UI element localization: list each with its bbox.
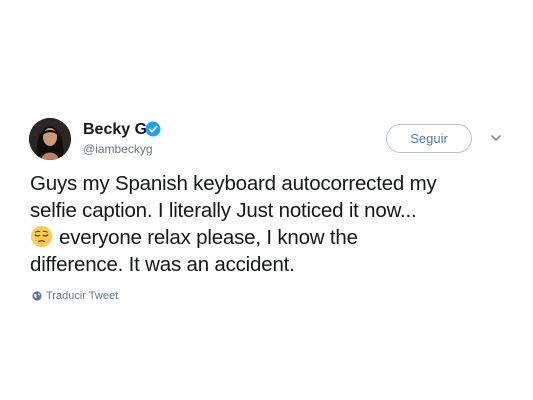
tweet-text: Guys my Spanish keyboard autocorrected m… <box>30 170 505 278</box>
verified-badge-icon <box>145 121 161 137</box>
tweet-line: Guys my Spanish keyboard autocorrected m… <box>30 172 437 195</box>
translate-tweet-link[interactable]: Traducir Tweet <box>32 290 118 302</box>
tweet-line: selfie caption. I literally Just noticed… <box>30 199 417 222</box>
chevron-down-icon[interactable] <box>489 131 503 145</box>
translate-label: Traducir Tweet <box>46 290 119 302</box>
pensive-face-icon <box>30 225 53 248</box>
globe-icon <box>32 291 42 301</box>
avatar[interactable] <box>29 118 71 160</box>
username-handle[interactable]: @iambeckyg <box>83 142 153 156</box>
tweet-line: difference. It was an accident. <box>30 253 295 276</box>
tweet-line: everyone relax please, I know the <box>30 224 505 251</box>
tweet-card: Becky G. @iambeckyg Seguir Guys my Spani… <box>0 0 533 400</box>
tweet-line-text: everyone relax please, I know the <box>59 226 358 249</box>
display-name[interactable]: Becky G. <box>83 121 151 139</box>
follow-button[interactable]: Seguir <box>386 124 472 153</box>
